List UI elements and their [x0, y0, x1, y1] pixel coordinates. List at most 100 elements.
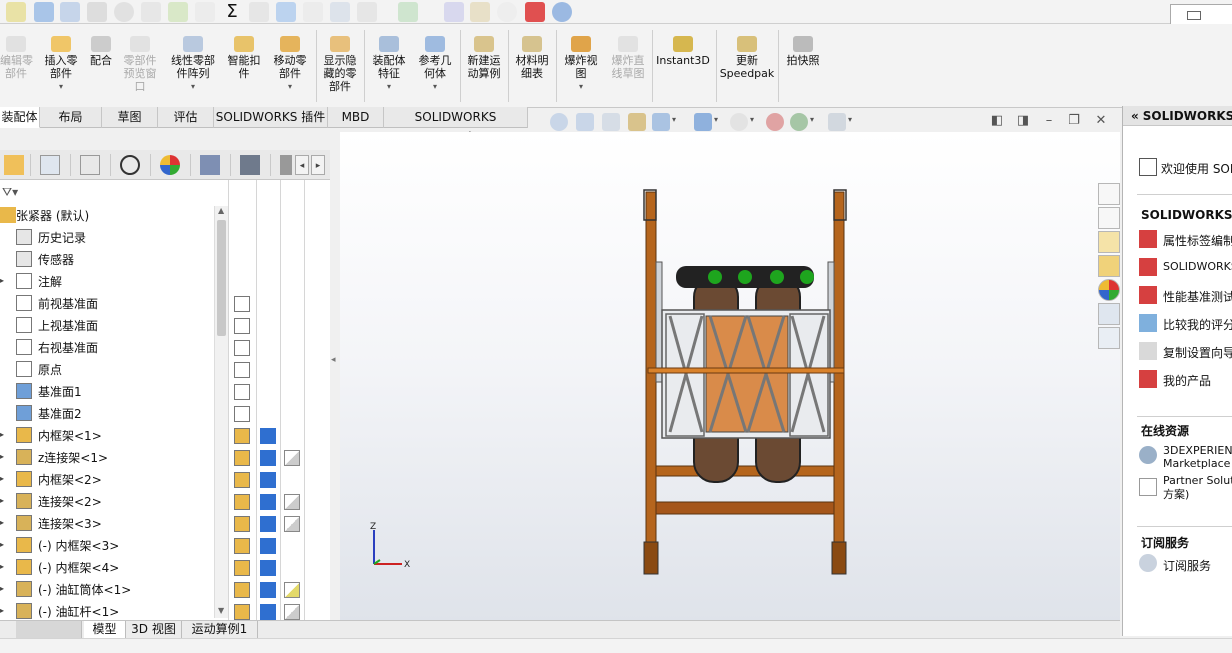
cube-outline-icon[interactable]: [195, 2, 215, 22]
bill-of-materials-button[interactable]: 材料明 细表: [510, 36, 554, 80]
cable-icon[interactable]: [470, 2, 490, 22]
expand-arrow-icon[interactable]: ▸: [0, 276, 4, 285]
collapse-right-icon[interactable]: ◨: [1015, 113, 1031, 128]
update-speedpak-button[interactable]: 更新 Speedpak: [718, 36, 776, 80]
forum-icon[interactable]: [1098, 327, 1120, 349]
tab-layout[interactable]: 布局: [40, 107, 102, 128]
zoom-to-fit-icon[interactable]: [550, 113, 568, 131]
chevron-down-icon[interactable]: ▾: [750, 115, 754, 124]
spell-check-icon[interactable]: [6, 2, 26, 22]
tree-item[interactable]: ▸ (-) 油缸杆<1>: [0, 600, 228, 620]
find-icon[interactable]: [34, 2, 54, 22]
expand-arrow-icon[interactable]: ▸: [0, 584, 4, 593]
tab-nav-arrows[interactable]: [16, 621, 82, 638]
tree-item[interactable]: ▸ 内框架<2>: [0, 468, 228, 490]
chevron-down-icon[interactable]: ▾: [848, 115, 852, 124]
chevron-down-icon[interactable]: ▾: [810, 115, 814, 124]
measure-icon[interactable]: [60, 2, 80, 22]
section-view-icon[interactable]: [628, 113, 646, 131]
new-motion-study-button[interactable]: 新建运 动算例: [462, 36, 506, 80]
move-component-button[interactable]: 移动零 部件 ▾: [268, 36, 312, 93]
tab-evaluate[interactable]: 评估: [158, 107, 214, 128]
filter-icon[interactable]: ⛛▾: [2, 185, 18, 200]
tools-icon[interactable]: [249, 2, 269, 22]
tab-assembly[interactable]: 装配体: [0, 107, 40, 128]
cube-check-icon[interactable]: [168, 2, 188, 22]
scroll-thumb[interactable]: [217, 220, 226, 336]
collapse-left-icon[interactable]: ◧: [989, 113, 1005, 128]
hand-icon[interactable]: [141, 2, 161, 22]
extra-tab-icon[interactable]: [280, 155, 292, 175]
chevron-right-icon[interactable]: ▸: [311, 155, 325, 175]
tree-item[interactable]: ▸ (-) 油缸筒体<1>: [0, 578, 228, 600]
tool-link[interactable]: 性能基准测试: [1163, 288, 1232, 305]
view-settings-icon[interactable]: [828, 113, 846, 131]
dropdown-arrow-icon[interactable]: ▾: [268, 80, 312, 93]
dropdown-arrow-icon[interactable]: ▾: [38, 80, 84, 93]
previous-view-icon[interactable]: [602, 113, 620, 131]
chevron-down-icon[interactable]: ▾: [714, 115, 718, 124]
tree-item[interactable]: 基准面1: [0, 380, 228, 402]
check-circle-icon[interactable]: [497, 2, 517, 22]
zoom-area-icon[interactable]: [576, 113, 594, 131]
smart-fastener-button[interactable]: 智能扣 件: [224, 36, 264, 80]
tool-link[interactable]: 复制设置向导: [1163, 344, 1232, 361]
tree-item[interactable]: 历史记录: [0, 226, 228, 248]
show-hidden-components-button[interactable]: 显示隐 藏的零 部件: [318, 36, 362, 93]
tree-root[interactable]: 张紧器 (默认): [0, 204, 228, 226]
view-orientation-icon[interactable]: [652, 113, 670, 131]
cam-manager-icon[interactable]: [200, 155, 220, 175]
assembly-features-button[interactable]: 装配体 特征 ▾: [366, 36, 412, 93]
configuration-manager-icon[interactable]: [80, 155, 100, 175]
expand-arrow-icon[interactable]: ▸: [0, 496, 4, 505]
partner-solutions-link[interactable]: Partner Soluti 方案): [1163, 474, 1232, 502]
red-square-icon[interactable]: [525, 2, 545, 22]
design-table-icon[interactable]: [240, 155, 260, 175]
restore-icon[interactable]: ❐: [1066, 113, 1082, 128]
insert-component-button[interactable]: 插入零 部件 ▾: [38, 36, 84, 93]
custom-properties-icon[interactable]: [1098, 303, 1120, 325]
edit-component-button[interactable]: 编辑零 部件: [0, 36, 33, 80]
edit-appearance-icon[interactable]: [766, 113, 784, 131]
tab-inspection[interactable]: SOLIDWORKS Inspection: [384, 107, 528, 144]
tree-item[interactable]: ▸ z连接架<1>: [0, 446, 228, 468]
tab-addins[interactable]: SOLIDWORKS 插件: [214, 107, 328, 128]
expand-arrow-icon[interactable]: ▸: [0, 606, 4, 615]
tree-scrollbar[interactable]: ▲ ▼: [214, 206, 228, 618]
expand-arrow-icon[interactable]: ▸: [0, 452, 4, 461]
tree-item[interactable]: ▸ (-) 内框架<3>: [0, 534, 228, 556]
tree-item[interactable]: ▸ 内框架<1>: [0, 424, 228, 446]
chevron-down-icon[interactable]: ▾: [672, 115, 676, 124]
tab-model[interactable]: 模型: [84, 621, 126, 638]
feature-manager-icon[interactable]: [4, 155, 24, 175]
tab-motion-study[interactable]: 运动算例1: [182, 621, 258, 638]
apply-scene-icon[interactable]: [790, 113, 808, 131]
appearances-icon[interactable]: [1098, 279, 1120, 301]
close-icon[interactable]: ✕: [1093, 113, 1109, 128]
excel-icon[interactable]: [398, 2, 418, 22]
instant3d-button[interactable]: Instant3D: [654, 36, 712, 67]
tab-3d-view[interactable]: 3D 视图: [126, 621, 182, 638]
minimize-icon[interactable]: –: [1041, 113, 1057, 128]
display-manager-icon[interactable]: [160, 155, 180, 175]
subscription-link[interactable]: 订阅服务: [1163, 557, 1211, 574]
sigma-icon[interactable]: Σ: [222, 2, 242, 22]
expand-arrow-icon[interactable]: ▸: [0, 430, 4, 439]
expand-arrow-icon[interactable]: ▸: [0, 474, 4, 483]
marketplace-link[interactable]: 3DEXPERIENCE Marketplace: [1163, 444, 1232, 470]
tab-sketch[interactable]: 草图: [102, 107, 158, 128]
mate-button[interactable]: 配合: [86, 36, 116, 67]
folder-icon[interactable]: [1098, 231, 1120, 253]
tool-link[interactable]: 属性标签编制: [1163, 232, 1232, 249]
lines-icon[interactable]: [303, 2, 323, 22]
tree-item[interactable]: ▸ 连接架<2>: [0, 490, 228, 512]
tree-item[interactable]: ▸ 注解: [0, 270, 228, 292]
expand-arrow-icon[interactable]: ▸: [0, 562, 4, 571]
graphics-area[interactable]: [340, 132, 1120, 622]
dropdown-arrow-icon[interactable]: ▾: [366, 80, 412, 93]
sketch-icon[interactable]: [87, 2, 107, 22]
lifebuoy-icon[interactable]: [552, 2, 572, 22]
design-library-icon[interactable]: [1098, 207, 1120, 229]
tree-item[interactable]: 前视基准面: [0, 292, 228, 314]
property-manager-icon[interactable]: [40, 155, 60, 175]
